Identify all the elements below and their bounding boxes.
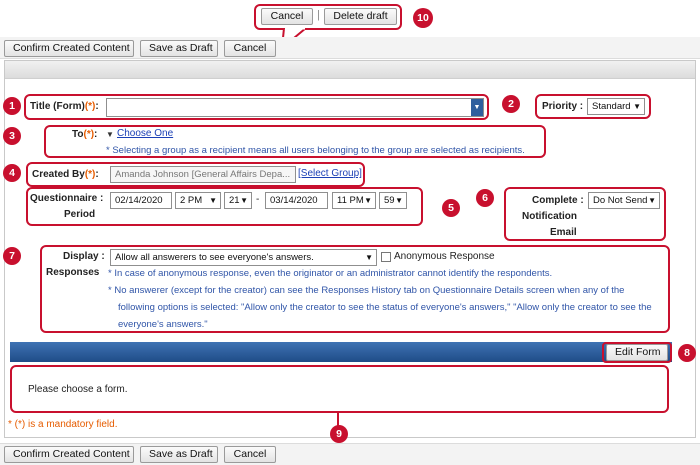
chevron-down-icon: ▼ — [633, 102, 641, 111]
priority-value: Standard — [592, 101, 631, 112]
created-by-label: Created By(*): — [32, 169, 99, 180]
notification-label-line3: Email — [550, 227, 577, 238]
display-note-history-2: following options is selected: "Allow on… — [118, 302, 652, 313]
choose-form-message: Please choose a form. — [28, 384, 128, 395]
delete-draft-button[interactable]: Delete draft — [324, 8, 397, 25]
popup-separator: | — [317, 9, 320, 21]
display-note-history-3: everyone's answers." — [118, 319, 208, 330]
confirm-created-content-button-bottom[interactable]: Confirm Created Content — [4, 446, 134, 463]
end-minute-select[interactable]: 59 ▼ — [379, 192, 407, 209]
area-marker-connector — [337, 412, 339, 426]
created-by-value: Amanda Johnson [General Affairs Depa... — [115, 169, 291, 180]
title-label-colon: : — [95, 101, 99, 112]
to-label-text: To — [72, 129, 84, 140]
to-label: To(*): — [72, 129, 97, 140]
title-label-text: Title (Form) — [30, 101, 85, 112]
start-minute-value: 21 — [229, 195, 240, 206]
title-select[interactable]: ▼ — [106, 98, 484, 117]
created-by-label-text: Created By — [32, 169, 85, 180]
expand-triangle-icon: ▼ — [106, 130, 114, 139]
period-label-line2: Period — [64, 209, 96, 220]
annotation-marker-1: 1 — [3, 97, 21, 115]
chevron-down-icon: ▼ — [365, 253, 373, 262]
anonymous-response-label: Anonymous Response — [394, 251, 495, 262]
title-label: Title (Form)(*): — [30, 101, 99, 112]
annotation-marker-8: 8 — [678, 344, 696, 362]
start-date-input[interactable]: 02/14/2020 — [110, 192, 172, 209]
to-label-colon: : — [94, 129, 98, 140]
annotation-marker-10: 10 — [413, 8, 433, 28]
display-note-anonymous: * In case of anonymous response, even th… — [108, 268, 553, 279]
notification-value: Do Not Send — [593, 195, 648, 206]
annotation-marker-7: 7 — [3, 247, 21, 265]
annotation-marker-2: 2 — [502, 95, 520, 113]
end-minute-value: 59 — [384, 195, 395, 206]
confirm-created-content-button[interactable]: Confirm Created Content — [4, 40, 134, 57]
popup-cancel-button[interactable]: Cancel — [261, 8, 313, 25]
display-responses-value: Allow all answerers to see everyone's an… — [115, 252, 314, 263]
chevron-down-icon: ▼ — [364, 196, 372, 205]
form-header-strip — [5, 61, 695, 79]
edit-form-button[interactable]: Edit Form — [606, 344, 668, 361]
chevron-down-icon: ▼ — [648, 196, 656, 205]
chevron-down-icon: ▼ — [395, 196, 403, 205]
display-note-history-1: * No answerer (except for the creator) c… — [108, 285, 625, 296]
end-date-input[interactable]: 03/14/2020 — [265, 192, 328, 209]
chevron-down-icon: ▼ — [240, 196, 248, 205]
mandatory-note: * (*) is a mandatory field. — [8, 419, 118, 430]
created-by-field: Amanda Johnson [General Affairs Depa... — [110, 166, 296, 183]
end-hour-value: 11 PM — [337, 195, 364, 206]
choose-one-link[interactable]: Choose One — [117, 128, 173, 139]
form-section-header — [10, 342, 672, 362]
notification-label-line2: Notification — [522, 211, 577, 222]
notification-label-line1: Complete : — [532, 195, 584, 206]
annotation-marker-5: 5 — [442, 199, 460, 217]
select-group-link[interactable]: [Select Group] — [298, 168, 362, 179]
save-as-draft-button[interactable]: Save as Draft — [140, 40, 218, 57]
start-minute-select[interactable]: 21 ▼ — [224, 192, 252, 209]
display-label-line1: Display : — [63, 251, 105, 262]
period-dash: - — [256, 194, 260, 205]
chevron-down-icon: ▼ — [209, 196, 217, 205]
title-required-mark: (*) — [84, 101, 96, 112]
annotation-marker-6: 6 — [476, 189, 494, 207]
start-date-value: 02/14/2020 — [115, 195, 163, 206]
dropdown-arrow-icon: ▼ — [471, 99, 483, 116]
cancel-button-bottom[interactable]: Cancel — [224, 446, 276, 463]
priority-label: Priority : — [542, 101, 584, 112]
display-label-line2: Responses — [46, 267, 100, 278]
to-required-mark: (*) — [83, 129, 95, 140]
period-label-line1: Questionnaire : — [30, 193, 104, 204]
created-by-required-mark: (*) — [84, 169, 96, 180]
priority-select[interactable]: Standard ▼ — [587, 98, 645, 115]
end-date-value: 03/14/2020 — [270, 195, 318, 206]
annotation-marker-3: 3 — [3, 127, 21, 145]
cancel-button[interactable]: Cancel — [224, 40, 276, 57]
end-hour-select[interactable]: 11 PM ▼ — [332, 192, 376, 209]
notification-select[interactable]: Do Not Send ▼ — [588, 192, 660, 209]
start-hour-value: 2 PM — [180, 195, 203, 206]
created-by-label-colon: : — [95, 169, 99, 180]
save-as-draft-button-bottom[interactable]: Save as Draft — [140, 446, 218, 463]
to-note: * Selecting a group as a recipient means… — [106, 145, 525, 156]
annotation-marker-4: 4 — [3, 164, 21, 182]
annotation-marker-9: 9 — [330, 425, 348, 443]
start-hour-select[interactable]: 2 PM ▼ — [175, 192, 221, 209]
display-responses-select[interactable]: Allow all answerers to see everyone's an… — [110, 249, 377, 266]
anonymous-checkbox[interactable] — [381, 252, 391, 262]
